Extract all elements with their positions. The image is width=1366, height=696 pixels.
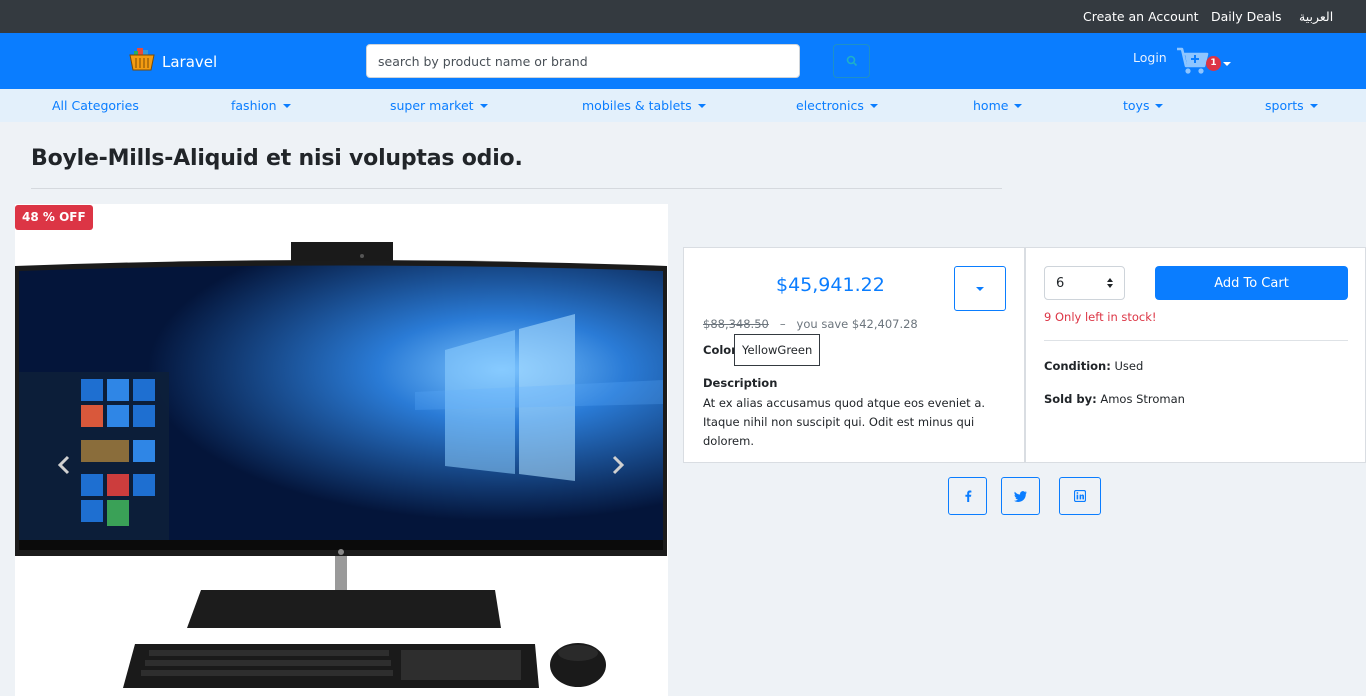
category-toys[interactable]: toys	[1123, 98, 1164, 113]
category-label: home	[973, 98, 1009, 113]
product-price: $45,941.22	[776, 274, 885, 296]
color-option[interactable]: YellowGreen	[734, 334, 821, 366]
options-dropdown-button[interactable]	[954, 266, 1006, 311]
category-label: toys	[1123, 98, 1150, 113]
category-fashion[interactable]: fashion	[231, 98, 291, 113]
category-nav: All Categories fashion super market mobi…	[0, 89, 1366, 122]
sold-by-label: Sold by:	[1044, 392, 1097, 406]
top-bar: Create an Account Daily Deals العربية	[0, 0, 1366, 33]
stock-warning: 9 Only left in stock!	[1044, 310, 1157, 324]
cart-button[interactable]: 1	[1176, 46, 1231, 76]
chevron-down-icon	[282, 103, 291, 108]
chevron-down-icon	[697, 103, 706, 108]
brand-name: Laravel	[162, 53, 218, 71]
savings-text: you save $42,407.28	[796, 317, 918, 331]
seller-name[interactable]: Amos Stroman	[1100, 392, 1185, 406]
add-to-cart-button[interactable]: Add To Cart	[1155, 266, 1348, 300]
category-label: mobiles & tablets	[582, 98, 692, 113]
discount-badge: 48 % OFF	[15, 205, 93, 230]
daily-deals-link[interactable]: Daily Deals	[1211, 9, 1282, 24]
price-separator: –	[779, 317, 786, 331]
divider	[31, 188, 1002, 189]
category-label: All Categories	[52, 98, 139, 113]
carousel-next-button[interactable]	[610, 455, 626, 479]
condition-value: Used	[1114, 359, 1144, 373]
product-image	[15, 242, 667, 688]
original-price: $88,348.50	[703, 317, 769, 331]
quantity-value: 6	[1056, 276, 1065, 291]
basket-logo-icon	[128, 46, 156, 78]
chevron-down-icon	[976, 286, 984, 291]
cart-icon	[1176, 46, 1210, 80]
category-label: electronics	[796, 98, 864, 113]
product-info-card: $45,941.22 $88,348.50 – you save $42,407…	[683, 247, 1025, 463]
category-super-market[interactable]: super market	[390, 98, 488, 113]
category-sports[interactable]: sports	[1265, 98, 1318, 113]
category-electronics[interactable]: electronics	[796, 98, 878, 113]
chevron-down-icon	[1155, 103, 1164, 108]
chevron-down-icon	[479, 103, 488, 108]
chevron-down-icon	[869, 103, 878, 108]
sold-by-row: Sold by: Amos Stroman	[1044, 392, 1185, 406]
share-facebook-button[interactable]	[948, 477, 987, 515]
description-label: Description	[703, 376, 778, 390]
search-input[interactable]	[366, 44, 800, 78]
chevron-left-icon	[56, 455, 72, 479]
share-twitter-button[interactable]	[1001, 477, 1040, 515]
category-label: sports	[1265, 98, 1304, 113]
sort-arrows-icon	[1107, 278, 1113, 288]
condition-label: Condition:	[1044, 359, 1111, 373]
search-button[interactable]	[833, 44, 870, 78]
product-description: At ex alias accusamus quod atque eos eve…	[703, 396, 986, 448]
login-link[interactable]: Login	[1133, 50, 1167, 65]
category-mobiles-tablets[interactable]: mobiles & tablets	[582, 98, 706, 113]
purchase-card: 6 Add To Cart 9 Only left in stock! Cond…	[1025, 247, 1366, 463]
cart-count-badge: 1	[1206, 56, 1221, 71]
product-title: Boyle-Mills-Aliquid et nisi voluptas odi…	[31, 146, 523, 171]
twitter-icon	[1014, 487, 1027, 506]
category-label: super market	[390, 98, 474, 113]
search-icon	[846, 52, 858, 71]
price-savings: $88,348.50 – you save $42,407.28	[703, 317, 918, 331]
category-label: fashion	[231, 98, 277, 113]
quantity-select[interactable]: 6	[1044, 266, 1125, 300]
condition-row: Condition: Used	[1044, 359, 1143, 373]
category-all[interactable]: All Categories	[52, 98, 139, 113]
share-linkedin-button[interactable]	[1059, 477, 1101, 515]
language-switch-link[interactable]: العربية	[1299, 9, 1333, 24]
chevron-right-icon	[610, 455, 626, 479]
product-image-carousel	[15, 204, 668, 696]
linkedin-icon	[1073, 487, 1087, 506]
brand-link[interactable]: Laravel	[128, 46, 217, 78]
chevron-down-icon	[1014, 103, 1023, 108]
facebook-icon	[964, 487, 972, 506]
chevron-down-icon	[1309, 103, 1318, 108]
main-header: Laravel Login 1	[0, 33, 1366, 89]
create-account-link[interactable]: Create an Account	[1083, 9, 1199, 24]
carousel-prev-button[interactable]	[56, 455, 72, 479]
category-home[interactable]: home	[973, 98, 1023, 113]
divider	[1044, 340, 1348, 341]
chevron-down-icon	[1223, 62, 1231, 66]
